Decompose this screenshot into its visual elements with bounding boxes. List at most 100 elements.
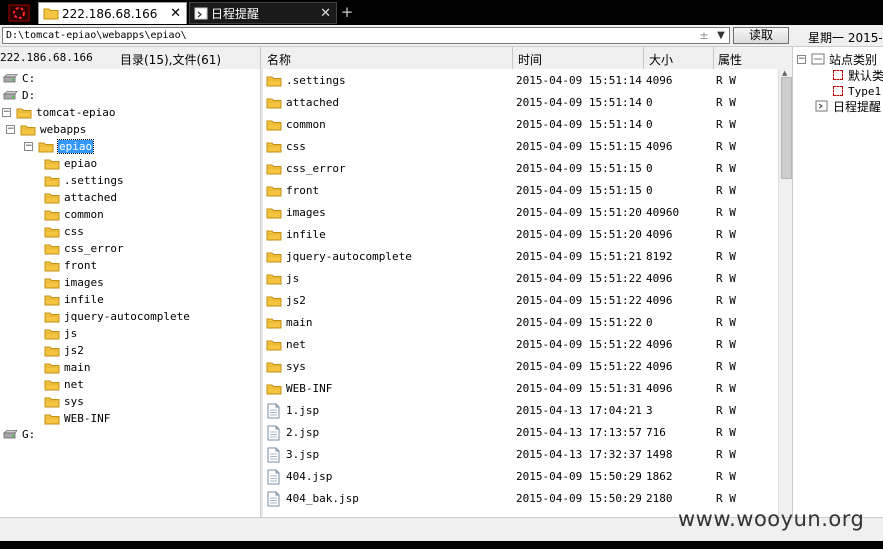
- file-list: .settings 2015-04-09 15:51:14 4096 R Wattac…: [262, 69, 778, 517]
- folder-icon: [38, 142, 54, 152]
- tree-label: tomcat-epiao: [36, 106, 116, 119]
- drive-icon: [2, 74, 18, 83]
- file-row[interactable]: .settings 2015-04-09 15:51:14 4096 R W: [262, 71, 778, 93]
- file-row[interactable]: js2 2015-04-09 15:51:22 4096 R W: [262, 291, 778, 313]
- tree-folder[interactable]: front: [44, 257, 97, 274]
- folder-icon: [44, 193, 60, 203]
- tree-folder[interactable]: − webapps: [6, 121, 86, 138]
- folder-icon: [266, 208, 282, 219]
- column-divider[interactable]: [713, 47, 714, 69]
- tree-folder[interactable]: main: [44, 359, 91, 376]
- tree-label: css: [64, 225, 84, 238]
- folder-icon: [44, 346, 60, 356]
- file-row[interactable]: front 2015-04-09 15:51:15 0 R W: [262, 181, 778, 203]
- category-item[interactable]: 默认类: [833, 67, 883, 83]
- category-item-label: Type1: [848, 84, 882, 98]
- file-row[interactable]: css_error 2015-04-09 15:51:15 0 R W: [262, 159, 778, 181]
- folder-icon: [44, 210, 60, 220]
- tree-folder[interactable]: css_error: [44, 240, 124, 257]
- tree-label: webapps: [40, 123, 87, 136]
- file-time: 2015-04-13 17:04:21: [516, 404, 642, 417]
- tree-drive[interactable]: D:: [2, 87, 35, 104]
- close-icon[interactable]: ✕: [170, 6, 181, 21]
- tree-folder[interactable]: .settings: [44, 172, 124, 189]
- tree-folder[interactable]: infile: [44, 291, 104, 308]
- file-row[interactable]: 2.jsp 2015-04-13 17:13:57 716 R W: [262, 423, 778, 445]
- tree-folder[interactable]: WEB-INF: [44, 410, 110, 427]
- category-root[interactable]: − 站点类别: [797, 51, 877, 67]
- file-time: 2015-04-09 15:50:29: [516, 492, 642, 505]
- tree-folder[interactable]: attached: [44, 189, 117, 206]
- file-row[interactable]: images 2015-04-09 15:51:20 40960 R W: [262, 203, 778, 225]
- tree-folder[interactable]: sys: [44, 393, 84, 410]
- file-row[interactable]: infile 2015-04-09 15:51:20 4096 R W: [262, 225, 778, 247]
- file-name: .settings: [286, 74, 346, 87]
- scroll-thumb[interactable]: [781, 77, 792, 179]
- tree-folder[interactable]: net: [44, 376, 84, 393]
- tree-label: images: [64, 276, 104, 289]
- file-row[interactable]: 3.jsp 2015-04-13 17:32:37 1498 R W: [262, 445, 778, 467]
- tab-schedule[interactable]: 日程提醒 ✕: [189, 2, 337, 24]
- collapse-icon[interactable]: −: [2, 108, 11, 117]
- tree-folder[interactable]: epiao: [44, 155, 97, 172]
- tree-folder[interactable]: js: [44, 325, 77, 342]
- folder-icon: [266, 362, 282, 373]
- category-icon: [811, 53, 825, 65]
- column-divider[interactable]: [643, 47, 644, 69]
- column-divider[interactable]: [512, 47, 513, 69]
- file-name: css: [286, 140, 306, 153]
- schedule-node[interactable]: 日程提醒: [815, 98, 881, 114]
- file-attr: R W: [716, 404, 736, 417]
- collapse-icon[interactable]: −: [24, 142, 33, 151]
- file-row[interactable]: css 2015-04-09 15:51:15 4096 R W: [262, 137, 778, 159]
- tab-host[interactable]: 222.186.68.166 ✕: [38, 2, 187, 24]
- app-menu-button[interactable]: [0, 2, 38, 24]
- folder-icon: [266, 164, 282, 175]
- folder-icon: [266, 186, 282, 197]
- column-header-size[interactable]: 大小: [649, 51, 673, 68]
- file-row[interactable]: attached 2015-04-09 15:51:14 0 R W: [262, 93, 778, 115]
- tree-folder[interactable]: jquery-autocomplete: [44, 308, 190, 325]
- read-button[interactable]: 读取: [733, 27, 789, 44]
- column-divider[interactable]: [260, 47, 261, 69]
- folder-icon: [44, 278, 60, 288]
- file-row[interactable]: main 2015-04-09 15:51:22 0 R W: [262, 313, 778, 335]
- file-row[interactable]: js 2015-04-09 15:51:22 4096 R W: [262, 269, 778, 291]
- column-header-attr[interactable]: 属性: [718, 51, 742, 68]
- file-row[interactable]: 404.jsp 2015-04-09 15:50:29 1862 R W: [262, 467, 778, 489]
- folder-icon: [44, 244, 60, 254]
- tree-folder[interactable]: css: [44, 223, 84, 240]
- file-row[interactable]: 1.jsp 2015-04-13 17:04:21 3 R W: [262, 401, 778, 423]
- drive-icon: [2, 91, 18, 100]
- tree-folder[interactable]: − epiao: [24, 138, 95, 155]
- bookmark-icon[interactable]: ±: [698, 28, 710, 43]
- tree-folder[interactable]: common: [44, 206, 104, 223]
- column-header-name[interactable]: 名称: [267, 51, 291, 68]
- file-row[interactable]: net 2015-04-09 15:51:22 4096 R W: [262, 335, 778, 357]
- scroll-up-icon[interactable]: ▲: [782, 69, 787, 77]
- chevron-down-icon[interactable]: ▼: [714, 28, 728, 43]
- tree-folder[interactable]: js2: [44, 342, 84, 359]
- file-time: 2015-04-09 15:51:15: [516, 184, 642, 197]
- tree-folder[interactable]: images: [44, 274, 104, 291]
- folder-icon: [266, 120, 282, 131]
- tree-label: WEB-INF: [64, 412, 111, 425]
- vertical-scrollbar[interactable]: ▲: [778, 69, 793, 517]
- file-row[interactable]: WEB-INF 2015-04-09 15:51:31 4096 R W: [262, 379, 778, 401]
- collapse-icon[interactable]: −: [6, 125, 15, 134]
- path-input[interactable]: D:\tomcat-epiao\webapps\epiao\: [2, 27, 730, 44]
- collapse-icon[interactable]: −: [797, 54, 806, 64]
- file-row[interactable]: jquery-autocomplete 2015-04-09 15:51:21 81…: [262, 247, 778, 269]
- file-row[interactable]: sys 2015-04-09 15:51:22 4096 R W: [262, 357, 778, 379]
- tree-label: .settings: [64, 174, 124, 187]
- tree-drive[interactable]: G:: [2, 426, 35, 443]
- tree-folder[interactable]: − tomcat-epiao: [2, 104, 115, 121]
- file-row[interactable]: common 2015-04-09 15:51:14 0 R W: [262, 115, 778, 137]
- column-header-time[interactable]: 时间: [518, 51, 542, 68]
- tree-drive[interactable]: C:: [2, 70, 35, 87]
- file-size: 0: [646, 316, 653, 329]
- close-icon[interactable]: ✕: [320, 6, 331, 21]
- new-tab-button[interactable]: +: [339, 3, 355, 21]
- file-attr: R W: [716, 426, 736, 439]
- file-time: 2015-04-09 15:51:22: [516, 316, 642, 329]
